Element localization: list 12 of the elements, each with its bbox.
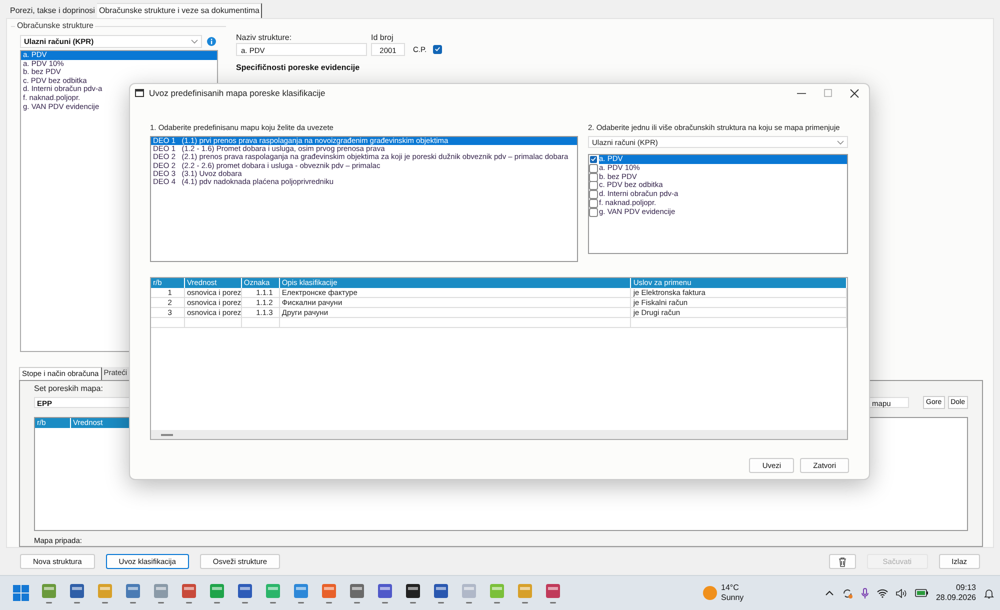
window-title: Uvoz predefinisanih mapa poreske klasifikacije [149,88,326,98]
field-label: Set poreskih mapa: [34,384,104,393]
temperature: 14°C [721,583,740,593]
weather-condition: Sunny [721,593,744,603]
tab[interactable]: Obračunske strukture i veze sa dokumentima [96,3,262,18]
clock-time[interactable]: 09:13 [956,583,976,593]
field-label: Naziv strukture: [236,33,293,42]
tab[interactable]: Porezi, takse i doprinosi [8,4,97,18]
section-title: Specifičnosti poreske evidencije [236,63,360,72]
group-title: Obračunske strukture [15,21,96,30]
clock-date[interactable]: 28.09.2026 [936,593,976,603]
field-label: Id broj [371,33,394,42]
